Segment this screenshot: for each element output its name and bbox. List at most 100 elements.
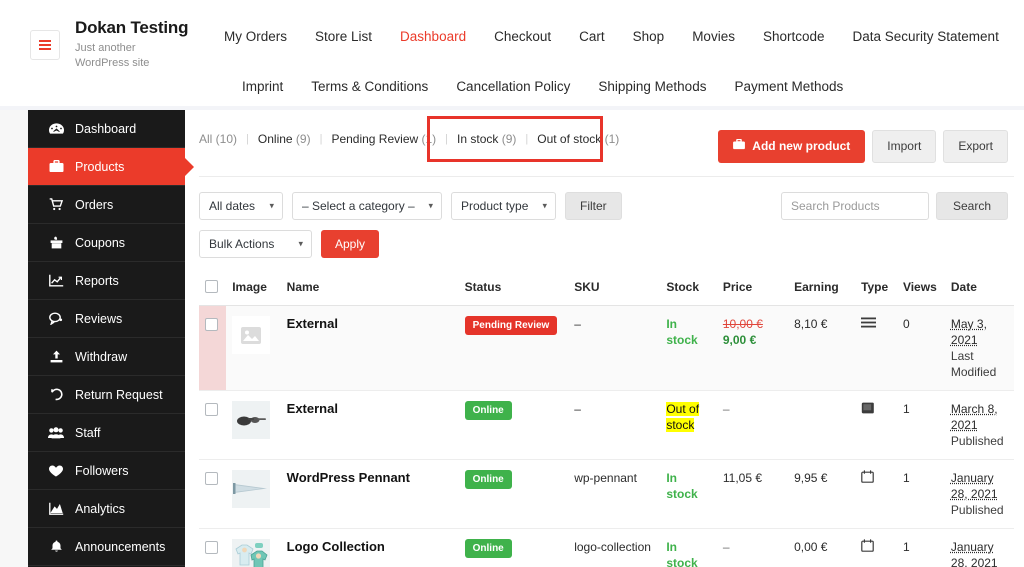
sidebar-item-label: Products [75, 160, 124, 174]
product-type-filter-select[interactable]: Product type [451, 192, 556, 220]
product-name-cell: Logo Collection [281, 529, 459, 567]
header-status[interactable]: Status [459, 272, 569, 306]
sidebar-item-withdraw[interactable]: Withdraw [28, 338, 185, 376]
tab-count: (1) [601, 132, 619, 146]
header-earning[interactable]: Earning [788, 272, 855, 306]
product-thumbnail-cell [226, 529, 280, 567]
sidebar-item-label: Dashboard [75, 122, 136, 136]
product-name-link[interactable]: WordPress Pennant [287, 470, 410, 485]
tab-online[interactable]: Online (9) [258, 130, 311, 148]
tab-in-stock[interactable]: In stock (9) [457, 130, 516, 148]
nav-item-cart[interactable]: Cart [565, 24, 619, 50]
nav-item-data-security-statement[interactable]: Data Security Statement [839, 24, 1013, 50]
header-name[interactable]: Name [281, 272, 459, 306]
nav-item-store-list[interactable]: Store List [301, 24, 386, 50]
header-price[interactable]: Price [717, 272, 788, 306]
header-sku[interactable]: SKU [568, 272, 660, 306]
sidebar-item-announcements[interactable]: Announcements [28, 528, 185, 566]
product-date-link[interactable]: May 3, 2021 [951, 316, 1008, 348]
site-title[interactable]: Dokan Testing [75, 18, 188, 38]
tab-pending-review[interactable]: Pending Review (1) [331, 130, 436, 148]
row-select-checkbox[interactable] [205, 472, 218, 485]
product-earning-cell [788, 391, 855, 460]
product-name-cell: WordPress Pennant [281, 460, 459, 529]
product-price-cell: – [717, 529, 788, 567]
row-select-cell [199, 306, 226, 391]
nav-item-movies[interactable]: Movies [678, 24, 749, 50]
product-date-cell: January 28, 2021Published [945, 460, 1014, 529]
product-name-link[interactable]: External [287, 316, 338, 331]
product-stock-cell: In stock [660, 529, 717, 567]
filter-controls-row: All dates ▾ – Select a category – ▾ Prod… [199, 192, 622, 220]
nav-item-terms-conditions[interactable]: Terms & Conditions [297, 74, 442, 100]
briefcase-icon [733, 139, 745, 154]
products-table-body: External Pending Review – In stock 10,00 €9,… [199, 306, 1014, 567]
sidebar-item-analytics[interactable]: Analytics [28, 490, 185, 528]
header-date[interactable]: Date [945, 272, 1014, 306]
apply-button[interactable]: Apply [321, 230, 379, 258]
sidebar-item-followers[interactable]: Followers [28, 452, 185, 490]
add-new-product-button[interactable]: Add new product [718, 130, 865, 163]
table-row[interactable]: WordPress Pennant Online wp-pennant In stoc… [199, 460, 1014, 529]
product-name-link[interactable]: Logo Collection [287, 539, 385, 554]
brand-text-block: Dokan Testing Just another WordPress sit… [75, 16, 188, 71]
nav-item-cancellation-policy[interactable]: Cancellation Policy [442, 74, 584, 100]
row-select-checkbox[interactable] [205, 403, 218, 416]
sidebar-item-return-request[interactable]: Return Request [28, 376, 185, 414]
nav-item-imprint[interactable]: Imprint [228, 74, 297, 100]
sidebar-item-reports[interactable]: Reports [28, 262, 185, 300]
nav-item-payment-methods[interactable]: Payment Methods [720, 74, 857, 100]
search-input[interactable] [781, 192, 929, 220]
nav-item-shortcode[interactable]: Shortcode [749, 24, 839, 50]
upload-icon [45, 350, 67, 363]
category-filter-select[interactable]: – Select a category – [292, 192, 442, 220]
export-button[interactable]: Export [943, 130, 1008, 163]
nav-item-shipping-methods[interactable]: Shipping Methods [584, 74, 720, 100]
nav-item-dashboard[interactable]: Dashboard [386, 24, 480, 50]
nav-item-shop[interactable]: Shop [619, 24, 679, 50]
table-row[interactable]: External Online – Out of stock –1 March 8, 20… [199, 391, 1014, 460]
sidebar-item-products[interactable]: Products [28, 148, 185, 186]
header-stock[interactable]: Stock [660, 272, 717, 306]
chart-line-icon [45, 274, 67, 287]
nav-item-checkout[interactable]: Checkout [480, 24, 565, 50]
header-views[interactable]: Views [897, 272, 945, 306]
product-price-cell: 11,05 € [717, 460, 788, 529]
pennant-icon [232, 470, 270, 508]
tab-count: (10) [212, 132, 237, 146]
products-icon [45, 160, 67, 173]
tab-out-of-stock[interactable]: Out of stock (1) [537, 130, 619, 148]
bulk-actions-select[interactable]: Bulk Actions [199, 230, 312, 258]
date-filter-wrap: All dates ▾ [199, 192, 283, 220]
product-name-link[interactable]: External [287, 401, 338, 416]
sidebar-item-staff[interactable]: Staff [28, 414, 185, 452]
row-select-checkbox[interactable] [205, 541, 218, 554]
nav-item-my-orders[interactable]: My Orders [210, 24, 301, 50]
site-branding[interactable]: Dokan Testing Just another WordPress sit… [0, 16, 210, 71]
tab-separator: | [237, 133, 258, 145]
table-row[interactable]: Logo Collection Online logo-collection In s… [199, 529, 1014, 567]
row-select-checkbox[interactable] [205, 318, 218, 331]
sidebar-item-dashboard[interactable]: Dashboard [28, 110, 185, 148]
site-header: Dokan Testing Just another WordPress sit… [0, 0, 1024, 106]
header-type[interactable]: Type [855, 272, 897, 306]
product-date-cell: May 3, 2021 Last Modified [945, 306, 1014, 391]
product-date-link[interactable]: January 28, 2021 [951, 539, 1008, 567]
table-row[interactable]: External Pending Review – In stock 10,00 € 9,… [199, 306, 1014, 391]
product-date-link[interactable]: March 8, 2021 [951, 401, 1008, 433]
header-image[interactable]: Image [226, 272, 280, 306]
import-button[interactable]: Import [872, 130, 936, 163]
status-filter-tabs: All (10) | Online (9) | Pending Review (1) | I… [199, 130, 619, 148]
product-date-link[interactable]: January 28, 2021 [951, 470, 1008, 502]
filter-button[interactable]: Filter [565, 192, 622, 220]
sidebar-item-reviews[interactable]: Reviews [28, 300, 185, 338]
tab-all[interactable]: All (10) [199, 130, 237, 148]
product-stock-cell: In stock [660, 306, 717, 391]
sidebar-item-orders[interactable]: Orders [28, 186, 185, 224]
sidebar-item-coupons[interactable]: Coupons [28, 224, 185, 262]
select-all-checkbox[interactable] [205, 280, 218, 293]
site-logo-icon[interactable] [30, 30, 60, 60]
date-filter-select[interactable]: All dates [199, 192, 283, 220]
search-button[interactable]: Search [936, 192, 1008, 220]
product-earning-cell: 0,00 € [788, 529, 855, 567]
